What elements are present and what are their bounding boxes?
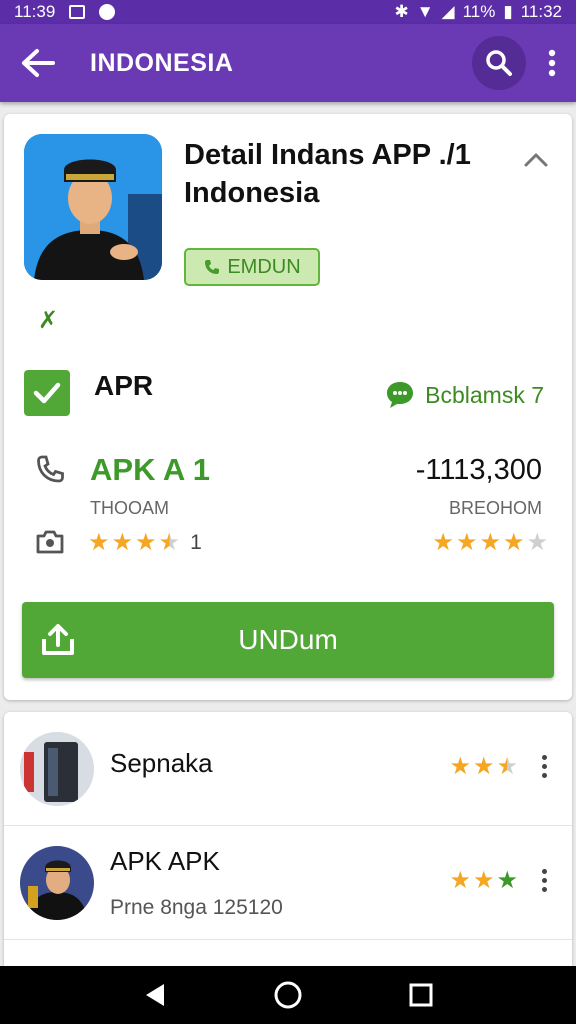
app-detail-card: Detail Indans APP ./1 Indonesia EMDUN ✗ …	[4, 114, 572, 700]
download-label: UNDum	[238, 624, 338, 655]
notification-icon	[69, 5, 86, 19]
app-notification-icon	[99, 4, 116, 20]
category-tag[interactable]: EMDUN	[184, 248, 320, 286]
arrow-left-icon	[22, 49, 55, 77]
home-nav-icon[interactable]	[273, 980, 303, 1010]
apk-amount: -1113,300	[415, 454, 542, 486]
small-mark-icon: ✗	[38, 307, 59, 334]
star-icon: ★	[88, 529, 110, 556]
list-item-menu-button[interactable]	[532, 746, 556, 786]
bluetooth-icon: ✱	[394, 2, 409, 21]
chat-link[interactable]: Bcblamsk 7	[385, 380, 544, 410]
more-options-button[interactable]	[534, 36, 570, 90]
upload-icon	[42, 624, 74, 655]
sub-label-left: THOOAM	[90, 498, 169, 518]
search-icon	[486, 50, 512, 76]
more-vert-icon	[541, 868, 547, 892]
status-bar: 11:39 ✱ ▼ ◢ 11% ▮ 11:32	[0, 0, 576, 24]
star-icon: ★	[472, 867, 495, 894]
system-nav-bar	[0, 966, 576, 1024]
download-button[interactable]: UNDum	[22, 602, 554, 678]
app-name: Detail Indans APP ./1 Indonesia	[184, 139, 471, 209]
chat-icon	[387, 382, 414, 408]
star-icon: ★	[432, 529, 454, 556]
star-icon: ★	[449, 753, 471, 780]
app-bar: INDONESIA	[0, 24, 576, 102]
battery-text: 11%	[462, 2, 496, 21]
star-icon: ★	[472, 753, 495, 780]
avatar	[20, 732, 94, 806]
list-item[interactable]: Sepnaka ★ ★ ★	[4, 712, 572, 826]
signal-icon: ◢	[441, 2, 455, 21]
call-icon	[34, 454, 66, 491]
star-icon: ★	[449, 867, 471, 894]
star-icon: ★	[502, 529, 525, 556]
list-item[interactable]: APK APK Prne 8nga 125120 ★ ★ ★	[4, 826, 572, 940]
page-title: INDONESIA	[90, 48, 234, 77]
more-vert-icon	[541, 754, 547, 778]
apk-version-label: APK A 1	[90, 452, 211, 487]
back-button[interactable]	[0, 24, 76, 102]
star-empty-icon: ★	[526, 529, 548, 556]
apr-label: APR	[94, 370, 154, 401]
phone-icon	[205, 260, 220, 274]
more-vert-icon	[548, 49, 556, 77]
list-item-rating: ★ ★ ★	[449, 866, 518, 895]
star-icon: ★	[111, 529, 134, 556]
list-item-subtitle: Prne 8nga 125120	[110, 896, 283, 919]
rating-right: ★ ★ ★ ★ ★	[432, 528, 548, 557]
search-button[interactable]	[472, 36, 526, 90]
list-item-title: Sepnaka	[110, 748, 213, 778]
check-icon	[33, 382, 61, 404]
rating-left: ★ ★ ★ ★ 1	[88, 528, 202, 557]
star-icon: ★	[455, 529, 478, 556]
chat-label: Bcblamsk 7	[425, 381, 544, 408]
list-item-title: APK APK	[110, 846, 220, 876]
category-tag-label: EMDUN	[227, 255, 301, 278]
star-half-icon: ★	[496, 867, 518, 894]
star-half-icon: ★	[158, 529, 181, 556]
wifi-icon: ▼	[416, 2, 434, 21]
status-time-right: 11:32	[520, 2, 562, 21]
back-nav-icon[interactable]	[142, 981, 168, 1009]
battery-icon: ▮	[503, 2, 513, 21]
app-icon	[24, 134, 162, 280]
apr-checkbox[interactable]	[24, 370, 70, 416]
camera-icon	[34, 528, 66, 561]
collapse-button[interactable]	[516, 140, 556, 180]
star-half-icon: ★	[496, 753, 518, 780]
list-item-rating: ★ ★ ★	[449, 752, 518, 781]
star-icon: ★	[479, 529, 501, 556]
list-item-menu-button[interactable]	[532, 860, 556, 900]
rating-count: 1	[190, 530, 202, 554]
status-time-left: 11:39	[14, 2, 56, 21]
sub-label-right: BREOHOM	[448, 498, 542, 518]
chevron-up-icon	[524, 153, 548, 167]
recents-nav-icon[interactable]	[408, 982, 434, 1008]
avatar	[20, 846, 94, 920]
star-icon: ★	[135, 529, 157, 556]
